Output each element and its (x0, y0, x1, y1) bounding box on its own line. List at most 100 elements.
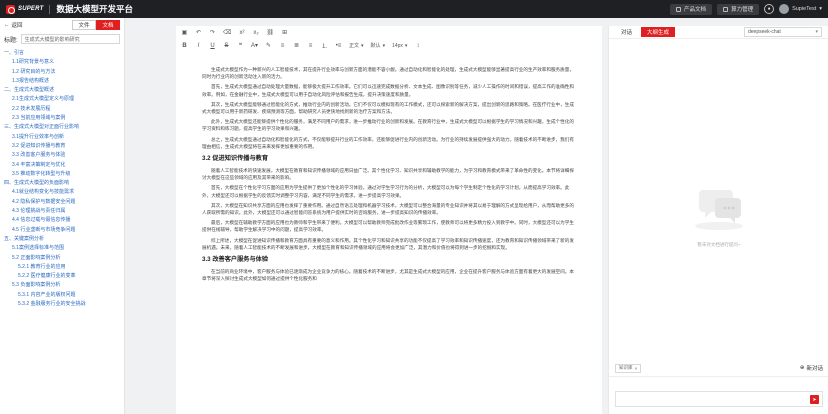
top-bar: SUPERT 数据大模型开发平台 产品文档 算力管理 ● SupieTest ▾ (0, 0, 828, 18)
subscript-icon[interactable]: x₂ (252, 28, 259, 37)
strikethrough-icon[interactable]: S (223, 41, 230, 50)
chevron-down-icon: ▾ (815, 29, 818, 35)
underline-icon[interactable]: U (209, 41, 216, 50)
outline-item[interactable]: 五、关键案例分析 (2, 235, 124, 244)
kb-row: 知识库 × ⊕ 新对话 (615, 362, 823, 374)
outline-item[interactable]: 三、生成式大模型对正面行业影响 (2, 123, 124, 132)
left-header: ← 返回 文件 文档 (0, 18, 124, 32)
outline-item[interactable]: 2.1生成式大模型定义与原理 (2, 95, 124, 104)
empty-state: 暂未对文档进行提问~ (679, 176, 759, 248)
quote-icon[interactable]: ❝ (237, 41, 244, 50)
outline-item[interactable]: 4.5 行业垄断与市场竞争问题 (2, 226, 124, 235)
divider (609, 376, 828, 377)
title-label: 标题: (4, 37, 18, 44)
chevron-down-icon: ▾ (404, 42, 408, 49)
model-select[interactable]: deepseek-chat ▾ (744, 27, 822, 37)
outline-item[interactable]: 4.2 隐私保护与数据安全问题 (2, 198, 124, 207)
paragraph: 在当前的商业环境中，客户服务与体验已逐渐成为企业竞争力的核心。随着技术的不断进步… (202, 269, 574, 282)
document-body[interactable]: 生成式大模型作为一种新兴的人工智能技术，其在提升行业效率与创新方面的潜能不容小觑… (202, 66, 575, 285)
chat-input[interactable]: ➤ (615, 391, 823, 407)
send-icon: ➤ (812, 396, 817, 403)
outline-item[interactable]: 1.1研究背景与意义 (2, 58, 124, 67)
table-icon[interactable]: ⊞ (281, 28, 288, 37)
new-chat-icon: ⊕ (799, 365, 805, 371)
divider (49, 4, 51, 14)
outline-item[interactable]: 2.3 当前应用领域与案例 (2, 114, 124, 123)
outline-item[interactable]: 4.3 伦理挑战与责任归属 (2, 207, 124, 216)
title-input[interactable] (20, 34, 120, 44)
compute-manage-button[interactable]: 算力管理 (717, 3, 760, 15)
align-right-icon[interactable]: ≡ (307, 41, 314, 50)
outline-item[interactable]: 3.3 改善客户服务与体验 (2, 151, 124, 160)
tab-chat[interactable]: 对话 (615, 27, 638, 37)
outline-item[interactable]: 5.2.1 教育行业的应用 (2, 263, 124, 272)
outline-item[interactable]: 5.3.2 金融服务行业的安全挑战 (2, 300, 124, 309)
paragraph: 综上所述，大模型在促进知识传播和教育方面具有重要的意义和作用。其个性化学习和知识… (202, 237, 574, 250)
font-size-select[interactable]: 14px ▾ (392, 43, 407, 49)
outline-item[interactable]: 5.2 正面影响案例分析 (2, 254, 124, 263)
paragraph: 最后，大模型在辅助教学方面的应用也为教师和学生带来了便利。大模型可以帮助教师完成… (202, 220, 574, 233)
outline-item[interactable]: 3.1提升行业效率与创新 (2, 133, 124, 142)
paragraph: 此外，生成式大模型还能够提供个性化的服务，满足不同用户的需求，进一步推动行业的创… (202, 119, 574, 132)
outline-item[interactable]: 5.1案例选择标准与范围 (2, 244, 124, 253)
save-icon[interactable]: ▣ (181, 28, 188, 37)
github-icon[interactable]: ● (764, 4, 775, 14)
left-panel: ← 返回 文件 文档 标题: 一、引言1.1研究背景与意义1.2 研究目的与方法… (0, 18, 125, 414)
outline-item[interactable]: 一、引言 (2, 49, 124, 58)
link-icon[interactable]: ⛓ (266, 28, 274, 37)
new-chat-button[interactable]: ⊕ 新对话 (800, 364, 823, 372)
back-button[interactable]: ← 返回 (4, 21, 23, 29)
kb-tag-label: 知识库 (619, 365, 633, 370)
outline-item[interactable]: 1.2 研究目的与方法 (2, 68, 124, 77)
tab-outline-generate[interactable]: 大纲生成 (641, 27, 676, 37)
outline-item[interactable]: 3.2 促进知识传播与教育 (2, 142, 124, 151)
outline-item[interactable]: 1.3报告结构概述 (2, 77, 124, 86)
font-size-value: 14px (392, 42, 403, 49)
undo-icon[interactable]: ↶ (195, 28, 202, 37)
compute-manage-label: 算力管理 (731, 7, 754, 13)
back-label: 返回 (11, 23, 23, 29)
outline-item[interactable]: 5.3 负面影响案例分析 (2, 281, 124, 290)
font-color-icon[interactable]: A▾ (251, 41, 258, 50)
tab-file[interactable]: 文件 (72, 20, 96, 30)
outline-tree: 一、引言 1.1研究背景与意义 1.2 研究目的与方法 1.3报告结构概述 二、生成式大… (0, 46, 124, 309)
outline-item[interactable]: 2.2 技术发展历程 (2, 105, 124, 114)
highlight-icon[interactable]: ✎ (265, 41, 272, 50)
chevron-down-icon: ▾ (361, 42, 364, 49)
user-menu[interactable]: SupieTest ▾ (779, 4, 822, 14)
outline-item[interactable]: 5.2.2 医疗健康行业的变革 (2, 272, 124, 281)
product-docs-button[interactable]: 产品文档 (670, 3, 713, 15)
align-left-icon[interactable]: ≡ (279, 41, 286, 50)
list-bullet-icon[interactable]: •≡ (335, 41, 342, 50)
font-select[interactable]: 默认 ▾ (371, 42, 386, 50)
bold-icon[interactable]: B (181, 41, 188, 50)
align-center-icon[interactable]: ≣ (293, 41, 300, 50)
outline-item[interactable]: 3.4 丰富决策制定与优化 (2, 161, 124, 170)
section-heading: 3.2 促进知识传播与教育 (202, 155, 269, 163)
clear-format-icon[interactable]: ⌫ (223, 28, 231, 37)
outline-item[interactable]: 3.5 推动数字化转型与升级 (2, 170, 124, 179)
outline-item[interactable]: 四、生成式大模型的负面影响 (2, 179, 124, 188)
section-heading: 3.3 改善客户服务与体验 (202, 256, 269, 264)
outline-item[interactable]: 二、生成式大模型概述 (2, 86, 124, 95)
tab-document[interactable]: 文档 (96, 20, 120, 30)
brand-logo[interactable]: SUPERT (6, 4, 43, 14)
line-height-icon[interactable]: ↕ (414, 41, 421, 50)
italic-icon[interactable]: I (195, 41, 202, 50)
model-select-value: deepseek-chat (748, 29, 781, 35)
send-button[interactable]: ➤ (810, 395, 819, 404)
top-actions: 产品文档 算力管理 ● SupieTest ▾ (670, 3, 822, 15)
outline-item[interactable]: 5.3.1 内容产业的版权问题 (2, 291, 124, 300)
redo-icon[interactable]: ↷ (209, 28, 216, 37)
knowledge-base-tag[interactable]: 知识库 × (615, 363, 642, 373)
outline-item[interactable]: 4.4 信息过载与假信息传播 (2, 216, 124, 225)
paragraph: 其次，大模型在知识共享方面的应用也发挥了重要作用。通过自然语言处理和机器学习技术… (202, 202, 574, 216)
close-icon[interactable]: × (635, 366, 638, 371)
heading-select[interactable]: 正文 ▾ (349, 42, 364, 50)
superscript-icon[interactable]: x² (238, 28, 245, 37)
user-name: SupieTest (792, 6, 817, 12)
outline-item[interactable]: 4.1就业结构变化与技能需求 (2, 188, 124, 197)
chevron-down-icon: ▾ (382, 42, 386, 49)
paragraph: 首先，大模型在个性化学习方面的应用为学生提供了更加个性化的学习体验。通过对学生学… (202, 185, 570, 198)
list-ordered-icon[interactable]: ⒈ (321, 41, 328, 50)
